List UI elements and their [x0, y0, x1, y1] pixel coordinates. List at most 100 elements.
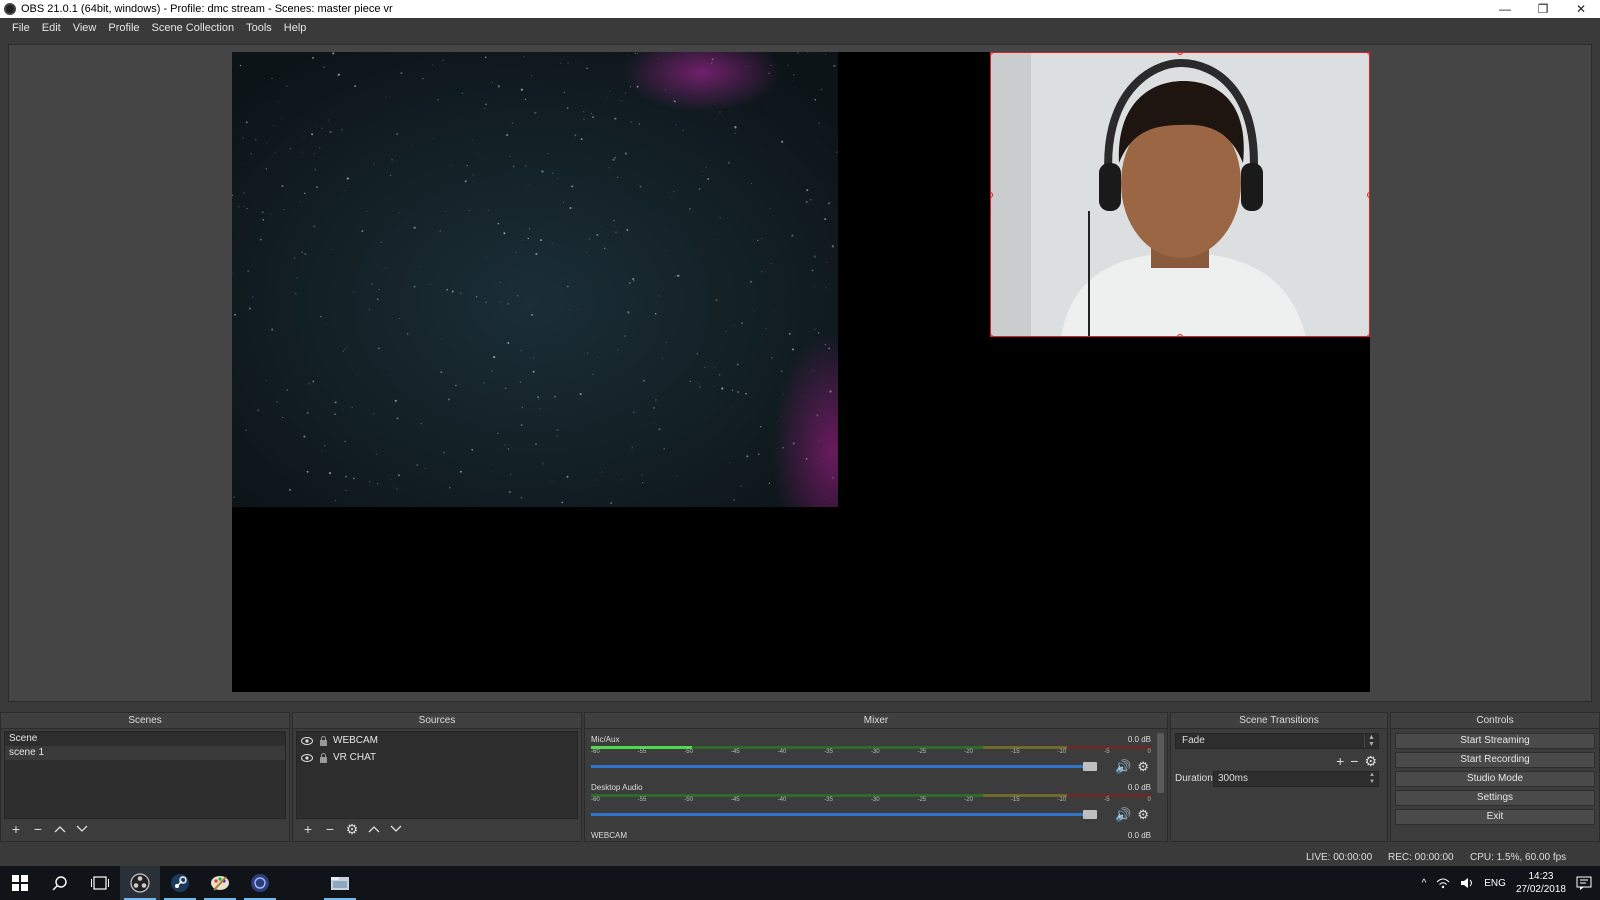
obs-icon [130, 873, 150, 893]
meter-tick-label: -25 [917, 749, 927, 755]
lock-icon[interactable] [317, 752, 329, 764]
windows-taskbar: ^ ENG 14:23 27/02/2018 [0, 866, 1600, 900]
wifi-icon[interactable] [1436, 877, 1450, 889]
meter-tick-label: -50 [684, 797, 693, 803]
app-circle-icon [251, 874, 269, 892]
sources-list: WEBCAM VR CHAT [296, 731, 578, 819]
taskbar-steam[interactable] [160, 866, 200, 900]
gear-icon[interactable]: ⚙ [1137, 759, 1149, 775]
close-button[interactable]: ✕ [1562, 0, 1600, 18]
volume-icon[interactable] [1460, 877, 1474, 889]
studio-mode-button[interactable]: Studio Mode [1395, 771, 1595, 787]
duration-value: 300ms [1218, 773, 1249, 784]
sources-toolbar: + − ⚙ [299, 821, 405, 837]
search-button[interactable] [40, 866, 80, 900]
remove-transition-button[interactable]: − [1350, 753, 1358, 770]
vr-chat-source-image[interactable] [232, 52, 838, 507]
taskbar-paint[interactable] [200, 866, 240, 900]
remove-scene-button[interactable]: − [29, 821, 47, 837]
volume-slider[interactable] [591, 810, 1097, 819]
resize-handle-bottom-left[interactable] [991, 334, 993, 336]
taskbar-obs[interactable] [120, 866, 160, 900]
source-label: VR CHAT [333, 752, 377, 763]
add-source-button[interactable]: + [299, 821, 317, 837]
source-properties-button[interactable]: ⚙ [343, 821, 361, 837]
webcam-source-image[interactable] [990, 52, 1370, 337]
resize-handle-bottom[interactable] [1177, 334, 1183, 336]
duration-spinbox[interactable]: 300ms ▲ ▼ [1213, 771, 1379, 787]
start-recording-button[interactable]: Start Recording [1395, 752, 1595, 768]
resize-handle-right[interactable] [1367, 192, 1369, 198]
clock-time: 14:23 [1528, 871, 1554, 882]
settings-button[interactable]: Settings [1395, 790, 1595, 806]
resize-handle-top-right[interactable] [1367, 53, 1369, 55]
chevron-up-icon[interactable]: ^ [1422, 878, 1427, 889]
source-item-vr-chat[interactable]: VR CHAT [297, 749, 577, 766]
channel-name: Desktop Audio [591, 783, 643, 792]
webcam-person-image [991, 53, 1369, 336]
start-streaming-button[interactable]: Start Streaming [1395, 733, 1595, 749]
menu-profile[interactable]: Profile [102, 18, 145, 38]
add-transition-button[interactable]: + [1336, 753, 1344, 770]
meter-tick-label: -10 [1057, 749, 1067, 755]
speaker-icon[interactable]: 🔊 [1115, 807, 1131, 823]
menu-help[interactable]: Help [278, 18, 313, 38]
slider-handle[interactable] [1083, 810, 1097, 819]
menu-file[interactable]: File [6, 18, 36, 38]
chevron-down-icon [390, 825, 402, 832]
resize-handle-bottom-right[interactable] [1367, 334, 1369, 336]
move-scene-down-button[interactable] [73, 821, 91, 837]
mixer-channel-mic-aux: Mic/Aux 0.0 dB -60 -55 -50 -45 -40 -35 -30 -25-… [589, 735, 1153, 781]
move-source-up-button[interactable] [365, 821, 383, 837]
language-indicator[interactable]: ENG [1484, 878, 1506, 889]
taskbar-app[interactable] [240, 866, 280, 900]
gear-icon[interactable]: ⚙ [1364, 753, 1377, 770]
task-view-button[interactable] [80, 866, 120, 900]
folder-icon [331, 877, 349, 890]
eye-icon[interactable] [301, 752, 313, 764]
minimize-button[interactable]: — [1486, 0, 1524, 18]
taskbar-file-explorer[interactable] [320, 866, 360, 900]
chevron-up-icon [54, 826, 66, 833]
meter-tick-label: -15 [1010, 797, 1020, 803]
menu-edit[interactable]: Edit [36, 18, 67, 38]
clock[interactable]: 14:23 27/02/2018 [1516, 870, 1566, 896]
scene-item-scene-1[interactable]: scene 1 [5, 746, 285, 760]
exit-button[interactable]: Exit [1395, 809, 1595, 825]
rec-timer: REC: 00:00:00 [1388, 852, 1454, 863]
meter-tick-label: 0 [1147, 749, 1151, 755]
eye-icon[interactable] [301, 735, 313, 747]
mixer-channel-webcam: WEBCAM 0.0 dB [589, 831, 1153, 843]
taskbar-blank[interactable] [280, 866, 320, 900]
maximize-button[interactable]: ❐ [1524, 0, 1562, 18]
slider-handle[interactable] [1083, 762, 1097, 771]
menu-tools[interactable]: Tools [240, 18, 278, 38]
meter-ticks: -60 -55 -50 -45 -40 -35 -30 -25 -20 -15 -10 -5 0 [591, 797, 1151, 807]
scene-item-scene[interactable]: Scene [5, 732, 285, 746]
source-label: WEBCAM [333, 735, 378, 746]
start-button[interactable] [0, 866, 40, 900]
gear-icon[interactable]: ⚙ [1137, 807, 1149, 823]
sources-dock: Sources WEBCAM VR CHAT + − ⚙ [292, 712, 582, 842]
preview-canvas[interactable] [232, 52, 1370, 692]
move-scene-up-button[interactable] [51, 821, 69, 837]
add-scene-button[interactable]: + [7, 821, 25, 837]
notifications-icon[interactable] [1576, 876, 1592, 890]
volume-slider[interactable] [591, 762, 1097, 771]
menu-view[interactable]: View [67, 18, 103, 38]
up-down-arrows-icon: ▲ ▼ [1364, 734, 1378, 748]
remove-source-button[interactable]: − [321, 821, 339, 837]
duration-label: Duration [1175, 773, 1213, 784]
lock-icon[interactable] [317, 735, 329, 747]
transition-select[interactable]: Fade ▲ ▼ [1175, 733, 1379, 749]
speaker-icon[interactable]: 🔊 [1115, 759, 1131, 775]
meter-tick-label: -30 [870, 749, 880, 755]
move-source-down-button[interactable] [387, 821, 405, 837]
menu-scene-collection[interactable]: Scene Collection [146, 18, 241, 38]
meter-tick-label: -20 [964, 749, 973, 755]
meter-tick-label: -20 [964, 797, 973, 803]
source-item-webcam[interactable]: WEBCAM [297, 732, 577, 749]
mixer-scrollbar[interactable] [1157, 733, 1164, 793]
paint-palette-icon [211, 876, 229, 891]
meter-tick-label: -25 [917, 797, 927, 803]
